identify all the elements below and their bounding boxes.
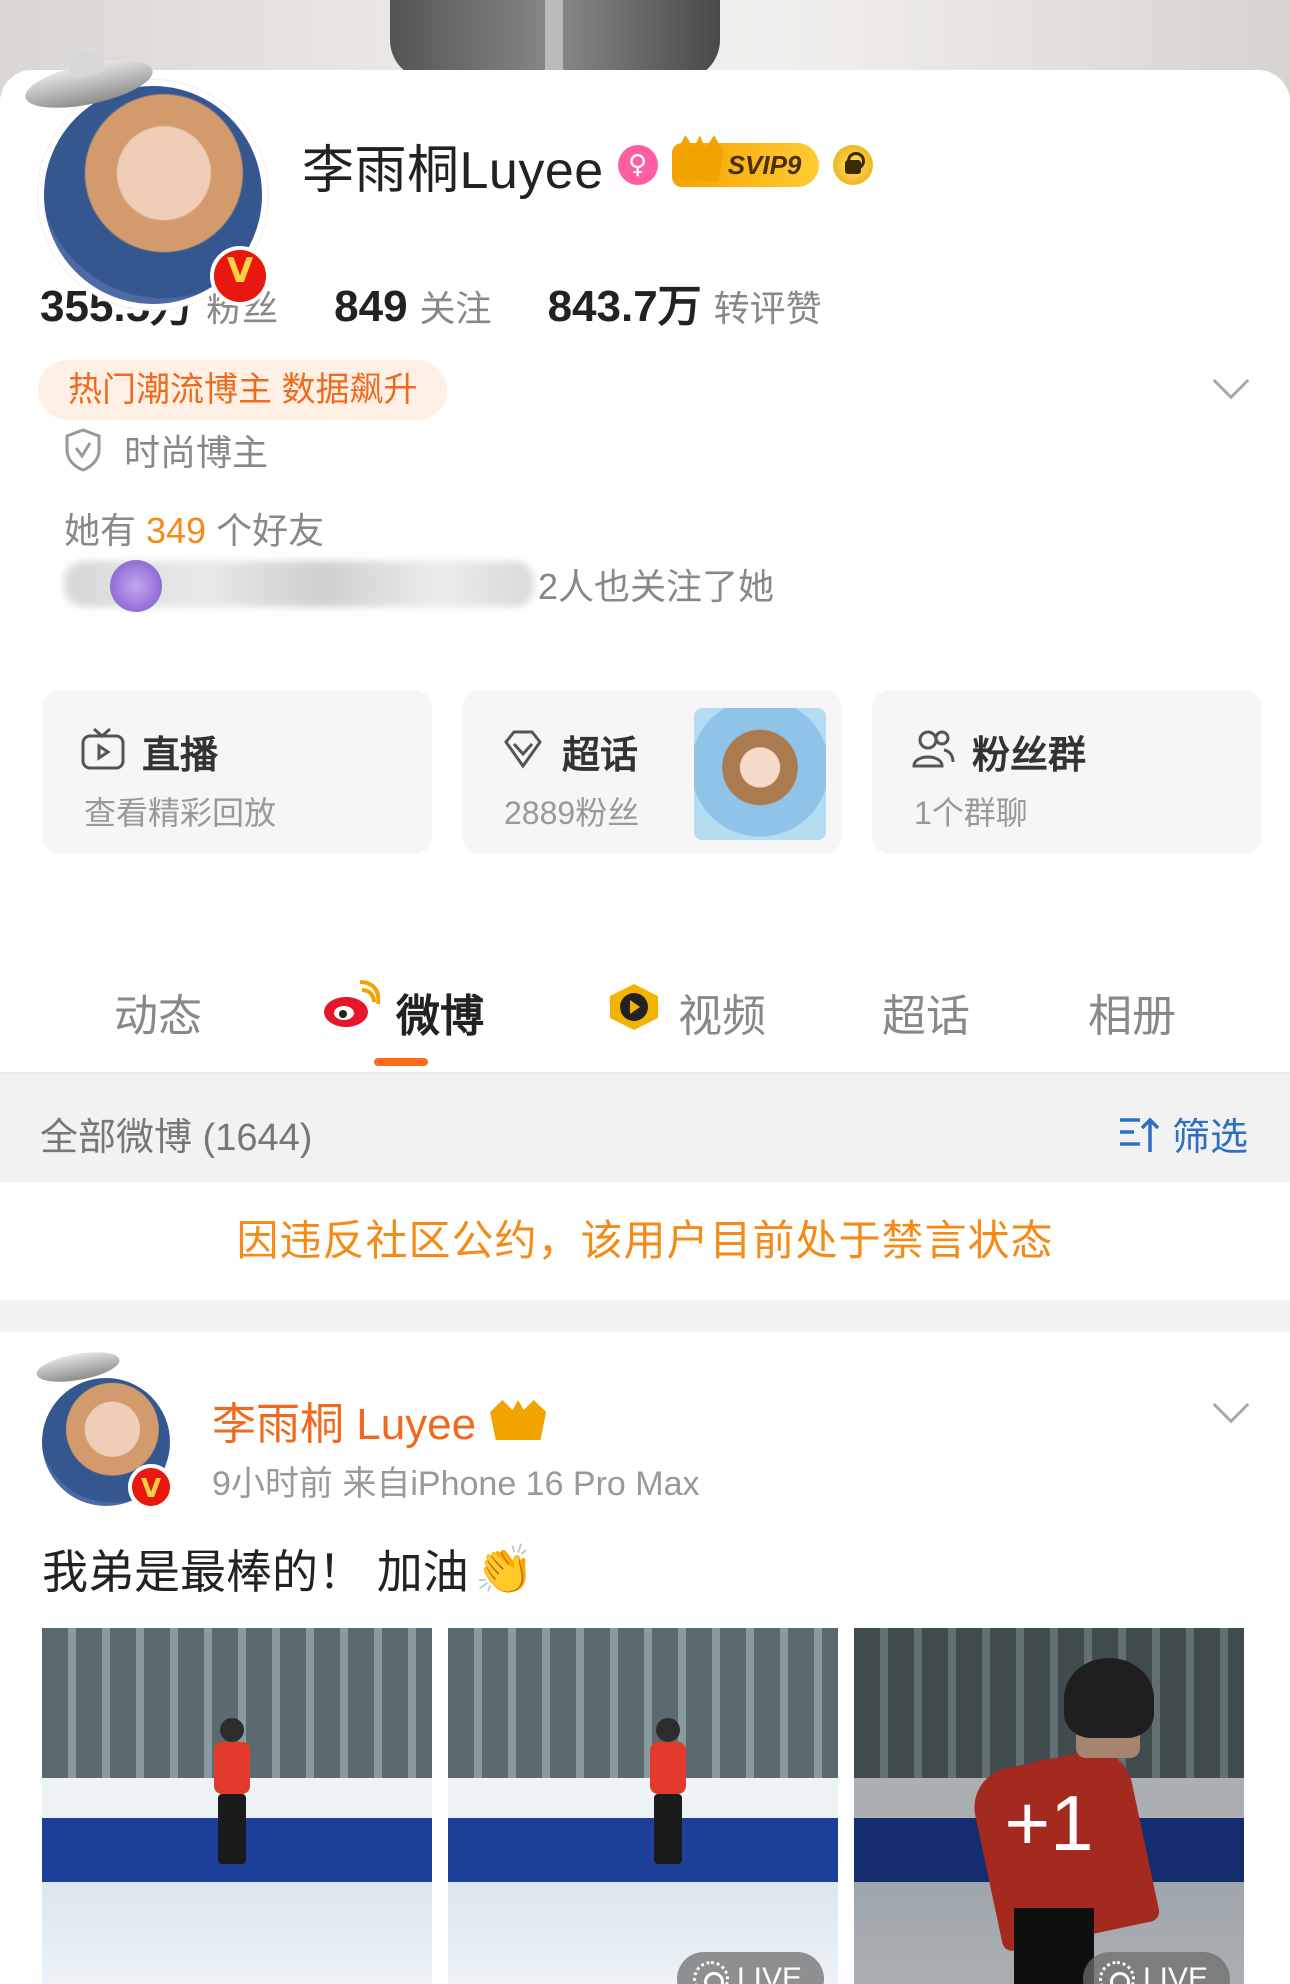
live-photo-badge[interactable]: LIVE <box>676 1952 824 1984</box>
tab-super-topic[interactable]: 超话 <box>882 980 970 1044</box>
avatar-pendant-ufo-icon <box>34 1346 122 1388</box>
cover-zip-image <box>545 0 563 80</box>
profile-avatar[interactable]: V <box>21 50 270 310</box>
live-photo-badge[interactable]: LIVE <box>1082 1952 1230 1984</box>
clapping-hands-icon: 👏 <box>474 1541 535 1598</box>
post-image-2[interactable]: LIVE <box>448 1628 838 1984</box>
stat-label: 关注 <box>419 288 492 329</box>
live-photo-icon <box>1098 1961 1135 1984</box>
all-weibo-count[interactable]: 全部微博 (1644) <box>40 1106 312 1161</box>
stat-following[interactable]: 849 关注 <box>334 280 491 332</box>
tab-album[interactable]: 相册 <box>1088 980 1176 1044</box>
live-title: 直播 <box>142 735 219 777</box>
live-label: LIVE <box>1142 1962 1208 1984</box>
vip-crown-icon <box>490 1400 547 1440</box>
mutual-text: 2人也关注了她 <box>538 566 775 607</box>
profile-card: V 李雨桐Luyee ♀ SVIP9 355.5万 粉丝 849 关注 843.… <box>0 50 1290 1984</box>
profile-tabs: 动态 微博 视频 超话 相册 <box>0 950 1290 1070</box>
live-card[interactable]: 直播 查看精彩回放 <box>42 690 432 854</box>
filter-label: 筛选 <box>1172 1117 1249 1159</box>
diamond-icon <box>504 730 542 769</box>
stat-value: 849 <box>334 282 408 331</box>
fans-title: 粉丝群 <box>972 735 1087 777</box>
stat-value: 843.7万 <box>547 282 702 331</box>
post-author-row[interactable]: 李雨桐 Luyee <box>212 1388 547 1452</box>
post-image-3[interactable]: +1 LIVE <box>854 1628 1244 1984</box>
section-gap <box>0 1300 1290 1332</box>
super-subtitle: 2889粉丝 <box>504 795 640 831</box>
post-author-name: 李雨桐 Luyee <box>212 1400 477 1449</box>
fans-subtitle: 1个群聊 <box>914 795 1028 831</box>
stat-label: 转评赞 <box>713 288 822 329</box>
super-topic-card[interactable]: 超话 2889粉丝 <box>462 690 842 854</box>
stat-interactions[interactable]: 843.7万 转评赞 <box>548 270 822 334</box>
super-title: 超话 <box>562 735 639 777</box>
live-label: LIVE <box>736 1962 802 1984</box>
post-text: 我弟是最棒的！ 加油 <box>42 1546 469 1598</box>
more-images-count[interactable]: +1 <box>854 1778 1244 1869</box>
tab-dynamic[interactable]: 动态 <box>114 980 202 1044</box>
active-tab-indicator <box>374 1058 428 1066</box>
mutual-avatar <box>110 560 162 612</box>
friends-count: 349 <box>146 510 207 551</box>
post-text-row[interactable]: 我弟是最棒的！ 加油 👏 <box>42 1536 535 1602</box>
friends-count-row[interactable]: 她有 349 个好友 <box>64 502 324 554</box>
friends-prefix: 她有 <box>64 510 137 551</box>
post-meta: 9小时前 来自iPhone 16 Pro Max <box>212 1465 700 1503</box>
verified-badge-icon: V <box>210 246 270 306</box>
fans-group-card[interactable]: 粉丝群 1个群聊 <box>872 690 1262 854</box>
filter-icon <box>1120 1117 1160 1152</box>
hot-blogger-tag[interactable]: 热门潮流博主 数据飙升 <box>38 360 448 420</box>
live-subtitle: 查看精彩回放 <box>84 795 277 831</box>
profile-name: 李雨桐Luyee <box>302 141 604 200</box>
svip-badge[interactable]: SVIP9 <box>671 135 820 187</box>
expand-chevron-down-icon[interactable] <box>1212 362 1250 400</box>
tab-video[interactable]: 视频 <box>678 980 766 1044</box>
banned-notice: 因违反社区公约，该用户目前处于禁言状态 <box>0 1182 1290 1300</box>
group-icon <box>912 730 955 768</box>
name-row: 李雨桐Luyee ♀ SVIP9 <box>302 125 874 205</box>
weibo-logo-icon <box>324 980 380 1027</box>
shield-check-icon <box>64 428 102 472</box>
filter-button[interactable]: 筛选 <box>1118 1106 1248 1161</box>
image-stands <box>448 1628 838 1778</box>
post-menu-chevron-down-icon[interactable] <box>1212 1386 1250 1424</box>
friends-suffix: 个好友 <box>216 510 325 551</box>
skater-figure <box>208 1718 254 1868</box>
live-photo-icon <box>692 1961 729 1984</box>
filter-bar: 全部微博 (1644) 筛选 <box>0 1074 1290 1182</box>
skater-figure <box>644 1718 690 1868</box>
image-rink-pad <box>448 1818 838 1882</box>
tab-weibo[interactable]: 微博 <box>396 980 484 1044</box>
video-logo-icon <box>610 984 658 1030</box>
crown-icon <box>675 135 724 181</box>
svip-label: SVIP9 <box>727 150 802 180</box>
post-author-avatar[interactable]: V <box>34 1346 174 1510</box>
super-topic-thumbnail <box>694 708 826 840</box>
female-icon: ♀ <box>617 145 658 185</box>
lock-badge-icon[interactable] <box>833 145 874 185</box>
certification-row[interactable]: 时尚博主 <box>64 424 268 476</box>
mutual-followers-row[interactable]: 2人也关注了她 <box>64 556 774 612</box>
certification-text: 时尚博主 <box>124 432 269 473</box>
image-ice <box>42 1882 432 1984</box>
verified-badge-icon: V <box>128 1464 174 1510</box>
post-image-1[interactable] <box>42 1628 432 1984</box>
tv-icon <box>81 727 125 770</box>
